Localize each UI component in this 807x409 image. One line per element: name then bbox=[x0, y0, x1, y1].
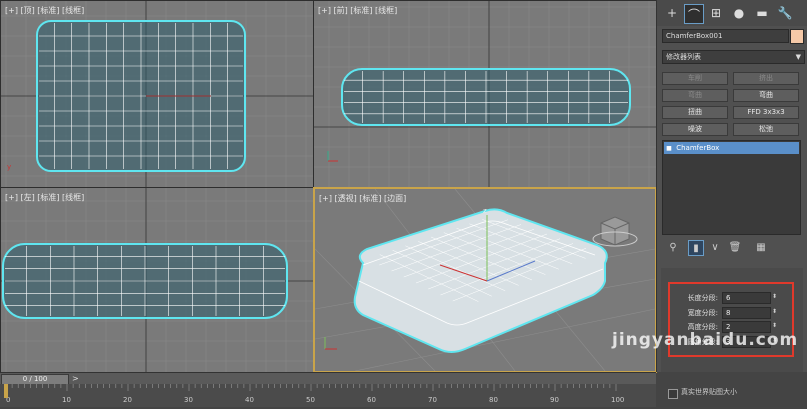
width-segs-label: 宽度分段: bbox=[687, 309, 718, 317]
length-segs-input[interactable]: 6 bbox=[722, 292, 771, 304]
height-segs-row: 高度分段: 2 ⬍ bbox=[668, 321, 788, 333]
viewcube-icon[interactable] bbox=[592, 216, 638, 247]
object-color-swatch[interactable] bbox=[790, 29, 804, 44]
width-segs-input[interactable]: 8 bbox=[722, 307, 771, 319]
track-bar-tick-label: 10 bbox=[62, 396, 71, 404]
viewport-left-label[interactable]: [+] [左] [标准] [线框] bbox=[5, 192, 84, 203]
track-bar-tick-label: 20 bbox=[123, 396, 132, 404]
height-segs-input[interactable]: 2 bbox=[722, 321, 771, 333]
track-bar-tick-label: 50 bbox=[306, 396, 315, 404]
spinner-icon[interactable]: ⬍ bbox=[772, 322, 777, 329]
remove-modifier-icon[interactable]: 🗑 bbox=[728, 240, 742, 254]
track-bar[interactable]: 0 10 20 30 40 50 60 70 80 90 100 bbox=[0, 384, 656, 407]
viewport-top-canvas: y bbox=[1, 1, 314, 187]
track-bar-tick-label: 70 bbox=[428, 396, 437, 404]
track-bar-tick-label: 40 bbox=[245, 396, 254, 404]
track-bar-ruler: 0 10 20 30 40 50 60 70 80 90 100 bbox=[4, 384, 624, 404]
track-bar-tick-label: 90 bbox=[550, 396, 559, 404]
modifier-stack[interactable]: ■ ChamferBox bbox=[662, 140, 801, 235]
viewport-perspective-label[interactable]: [+] [透视] [标准] [边面] bbox=[319, 193, 406, 204]
real-world-map-checkbox[interactable] bbox=[668, 389, 678, 399]
make-unique-icon[interactable]: ∨ bbox=[708, 240, 722, 254]
display-tab-icon[interactable]: ▬ bbox=[753, 4, 771, 22]
track-bar-tick-label: 30 bbox=[184, 396, 193, 404]
bend-button[interactable]: 弯曲 bbox=[733, 89, 799, 102]
time-cursor[interactable] bbox=[4, 384, 8, 398]
fillet-segs-input[interactable]: 3 bbox=[722, 336, 771, 348]
modifier-list-label: 修改器列表 bbox=[666, 53, 701, 61]
spinner-icon[interactable]: ⬍ bbox=[772, 337, 777, 344]
chevron-down-icon: ▼ bbox=[795, 53, 801, 61]
viewport-perspective[interactable]: [+] [透视] [标准] [边面] z bbox=[313, 187, 657, 373]
viewport-front[interactable]: [+] [前] [标准] [线框] bbox=[313, 0, 658, 188]
svg-text:z: z bbox=[483, 207, 487, 215]
command-panel-tabs: + ⌒ ⊞ ● ▬ 🔧 bbox=[657, 0, 807, 26]
modifier-list-dropdown[interactable]: 修改器列表 ▼ bbox=[662, 50, 805, 64]
spinner-icon[interactable]: ⬍ bbox=[772, 308, 777, 315]
modify-tab-icon[interactable]: ⌒ bbox=[684, 4, 704, 24]
stack-item-label: ChamferBox bbox=[676, 144, 720, 152]
track-bar-tick-label: 100 bbox=[611, 396, 624, 404]
track-bar-tick-label: 60 bbox=[367, 396, 376, 404]
viewport-top-label[interactable]: [+] [顶] [标准] [线框] bbox=[5, 5, 84, 16]
show-end-result-icon[interactable]: ▮ bbox=[688, 240, 704, 256]
length-segs-row: 长度分段: 6 ⬍ bbox=[668, 292, 788, 304]
width-segs-row: 宽度分段: 8 ⬍ bbox=[668, 307, 788, 319]
next-frame-icon[interactable]: > bbox=[72, 373, 79, 384]
track-bar-tick-label: 80 bbox=[489, 396, 498, 404]
spinner-icon[interactable]: ⬍ bbox=[772, 293, 777, 300]
ffd-button[interactable]: FFD 3x3x3 bbox=[733, 106, 799, 119]
extrude-button[interactable]: 挤出 bbox=[733, 72, 799, 85]
real-world-map-label: 真实世界贴图大小 bbox=[681, 388, 737, 396]
bullet-icon: ■ bbox=[666, 145, 672, 152]
stack-toolbar: ⚲ ▮ ∨ 🗑 ▦ bbox=[662, 238, 802, 256]
fillet-segs-label: 圆角分段: bbox=[687, 338, 718, 346]
create-tab-icon[interactable]: + bbox=[663, 4, 681, 22]
fillet-segs-row: 圆角分段: 3 ⬍ bbox=[668, 336, 788, 348]
viewport-perspective-canvas: z bbox=[315, 189, 655, 371]
utilities-tab-icon[interactable]: 🔧 bbox=[776, 4, 794, 22]
viewport-top[interactable]: [+] [顶] [标准] [线框] y bbox=[0, 0, 315, 188]
time-slider-track[interactable]: 0 / 100 > bbox=[0, 372, 656, 385]
hierarchy-tab-icon[interactable]: ⊞ bbox=[707, 4, 725, 22]
relax-button[interactable]: 松弛 bbox=[733, 123, 799, 136]
lathe-button[interactable]: 车削 bbox=[662, 72, 728, 85]
svg-text:y: y bbox=[7, 163, 11, 171]
height-segs-label: 高度分段: bbox=[687, 323, 718, 331]
viewport-front-canvas bbox=[314, 1, 657, 187]
motion-tab-icon[interactable]: ● bbox=[730, 4, 748, 22]
configure-sets-icon[interactable]: ▦ bbox=[754, 240, 768, 254]
viewport-front-label[interactable]: [+] [前] [标准] [线框] bbox=[318, 5, 397, 16]
pin-stack-icon[interactable]: ⚲ bbox=[666, 240, 680, 254]
length-segs-label: 长度分段: bbox=[687, 294, 718, 302]
noise-button[interactable]: 噪波 bbox=[662, 123, 728, 136]
twist-button[interactable]: 扭曲 bbox=[662, 106, 728, 119]
viewport-left-canvas bbox=[1, 188, 314, 373]
modifier-button-3[interactable]: 弯曲 bbox=[662, 89, 728, 102]
viewport-left[interactable]: [+] [左] [标准] [线框] bbox=[0, 187, 315, 374]
object-name-field[interactable]: ChamferBox001 bbox=[662, 29, 789, 43]
stack-item-chamferbox[interactable]: ■ ChamferBox bbox=[664, 142, 799, 154]
